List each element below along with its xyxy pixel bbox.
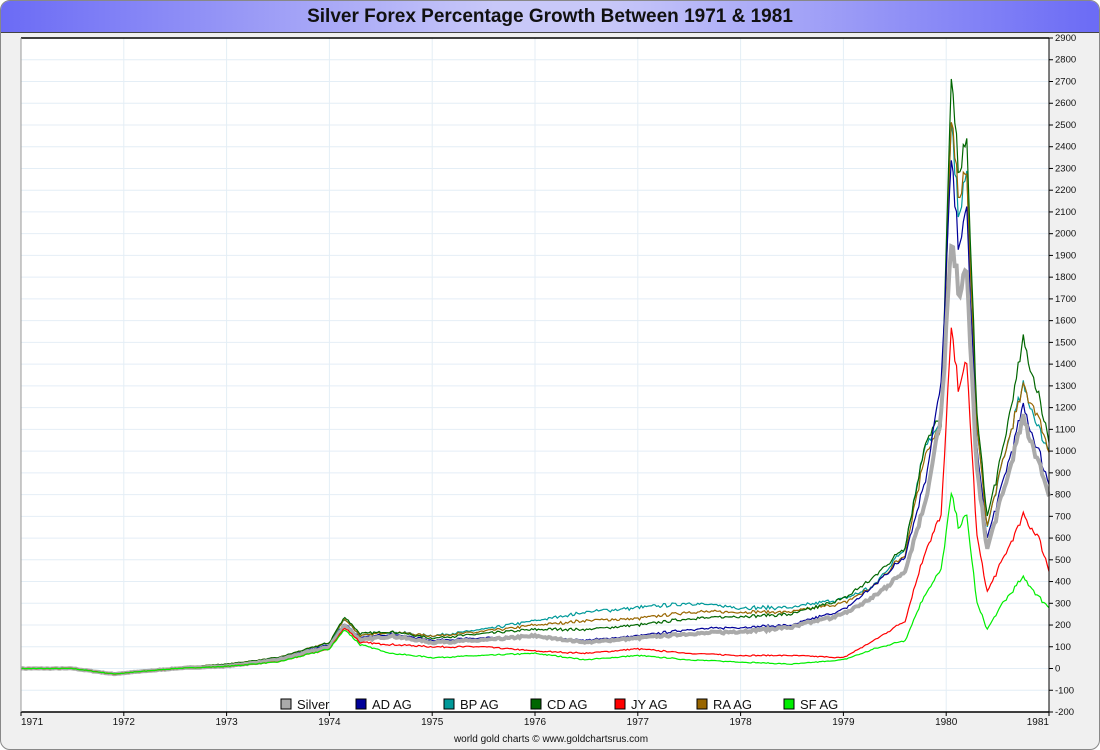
x-tick-label: 1979 [832, 717, 855, 728]
y-tick-label: 1900 [1055, 250, 1076, 261]
y-tick-label: 300 [1055, 598, 1071, 609]
y-tick-label: 2300 [1055, 163, 1076, 174]
legend-swatch [696, 698, 708, 710]
y-tick-label: 800 [1055, 490, 1071, 501]
legend-swatch [280, 698, 292, 710]
y-tick-label: 1100 [1055, 424, 1075, 435]
y-tick-label: 700 [1055, 511, 1071, 522]
x-tick-label: 1971 [21, 717, 44, 728]
y-tick-label: -100 [1055, 685, 1074, 696]
x-tick-label: 1972 [113, 717, 136, 728]
y-tick-label: 1700 [1055, 294, 1076, 305]
legend-label: RA AG [713, 697, 752, 712]
y-tick-label: 2700 [1055, 76, 1076, 87]
legend-swatch [530, 698, 542, 710]
x-tick-label: 1974 [318, 717, 341, 728]
y-tick-label: 2400 [1055, 142, 1076, 153]
chart-frame: Silver Forex Percentage Growth Between 1… [0, 0, 1100, 750]
x-tick-label: 1977 [627, 717, 650, 728]
y-tick-label: 2000 [1055, 229, 1076, 240]
y-tick-label: 2200 [1055, 185, 1076, 196]
y-tick-label: 1200 [1055, 403, 1076, 414]
y-tick-label: 1300 [1055, 381, 1076, 392]
legend-swatch [614, 698, 626, 710]
y-tick-label: 1600 [1055, 316, 1076, 327]
y-tick-label: 100 [1055, 642, 1071, 653]
y-tick-label: 200 [1055, 620, 1071, 631]
chart-plot: -200 -100 0 100 200 300 400 500 600 700 800 900 1000… [20, 33, 1076, 728]
x-tick-label: 1981 [1027, 717, 1050, 728]
y-tick-label: 1400 [1055, 359, 1076, 370]
chart-credit: world gold charts © www.goldchartsrus.co… [453, 734, 649, 745]
y-tick-label: -200 [1055, 707, 1074, 718]
y-tick-label: 2600 [1055, 98, 1076, 109]
x-tick-label: 1975 [421, 717, 444, 728]
legend-label: SF AG [800, 697, 838, 712]
x-tick-label: 1973 [215, 717, 238, 728]
y-tick-label: 2800 [1055, 55, 1076, 66]
legend-label: Silver [297, 697, 330, 712]
y-tick-label: 400 [1055, 577, 1071, 588]
x-tick-label: 1976 [524, 717, 547, 728]
y-tick-label: 1800 [1055, 272, 1076, 283]
y-tick-label: 2500 [1055, 120, 1076, 131]
y-tick-label: 0 [1055, 664, 1060, 675]
y-tick-label: 600 [1055, 533, 1071, 544]
y-tick-label: 1500 [1055, 337, 1076, 348]
y-tick-label: 1000 [1055, 446, 1076, 457]
x-tick-label: 1978 [729, 717, 752, 728]
legend-swatch [443, 698, 455, 710]
legend-label: JY AG [631, 697, 668, 712]
x-tick-label: 1980 [935, 717, 958, 728]
y-tick-label: 2100 [1055, 207, 1076, 218]
y-tick-label: 500 [1055, 555, 1071, 566]
legend-swatch [783, 698, 795, 710]
y-tick-label: 900 [1055, 468, 1071, 479]
legend-label: BP AG [460, 697, 499, 712]
legend-label: AD AG [372, 697, 412, 712]
y-tick-label: 2900 [1055, 33, 1076, 44]
legend-label: CD AG [547, 697, 587, 712]
legend-swatch [355, 698, 367, 710]
